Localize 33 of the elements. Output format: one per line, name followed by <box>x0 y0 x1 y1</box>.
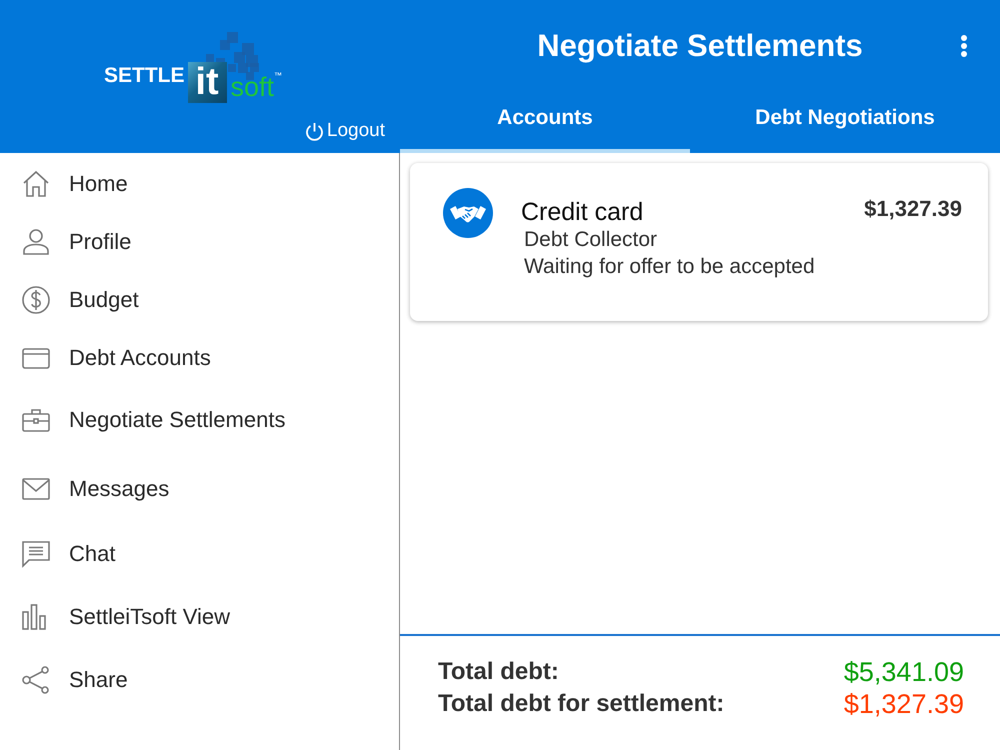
screen-title: Negotiate Settlements <box>537 27 863 65</box>
nav-item[interactable]: Home <box>0 155 399 213</box>
nav-item[interactable]: Negotiate Settlements <box>0 387 399 453</box>
total-value: $5,341.09 <box>844 656 964 688</box>
logout-button[interactable]: Logout <box>304 120 385 142</box>
logo-text: it <box>188 62 227 103</box>
logo-text: soft <box>230 74 274 101</box>
total-label: Total debt for settlement: <box>438 689 724 719</box>
account-name: Credit card <box>521 198 644 226</box>
share-icon <box>21 665 51 695</box>
nav-item[interactable]: Chat <box>0 525 399 583</box>
nav-item[interactable]: SettleiTsoft View <box>0 583 399 651</box>
creditor-name: Debt Collector <box>524 227 658 253</box>
nav-item[interactable]: Profile <box>0 213 399 271</box>
total-value: $1,327.39 <box>844 688 964 720</box>
more-icon[interactable] <box>960 34 968 58</box>
nav-item[interactable]: Debt Accounts <box>0 329 399 387</box>
nav-item[interactable]: Share <box>0 651 399 709</box>
total-label: Total debt: <box>438 657 559 687</box>
nav-item[interactable]: Messages <box>0 453 399 525</box>
home-icon <box>21 169 51 199</box>
status-text: Waiting for offer to be accepted <box>524 254 815 280</box>
handshake-icon <box>443 188 493 238</box>
dollar-icon <box>21 285 51 315</box>
tab[interactable]: Debt Negotiations <box>690 92 1000 153</box>
power-icon <box>304 122 324 140</box>
trademark-sign: ™ <box>274 72 282 80</box>
account-card[interactable]: Credit card Debt Collector Waiting for offer to be accepted $1,327.39 <box>410 163 988 321</box>
amount-text: $1,327.39 <box>864 197 962 221</box>
chat-icon <box>21 539 51 569</box>
nav-item[interactable]: Budget <box>0 271 399 329</box>
logo-text: SETTLE <box>104 65 185 86</box>
person-icon <box>21 227 51 257</box>
